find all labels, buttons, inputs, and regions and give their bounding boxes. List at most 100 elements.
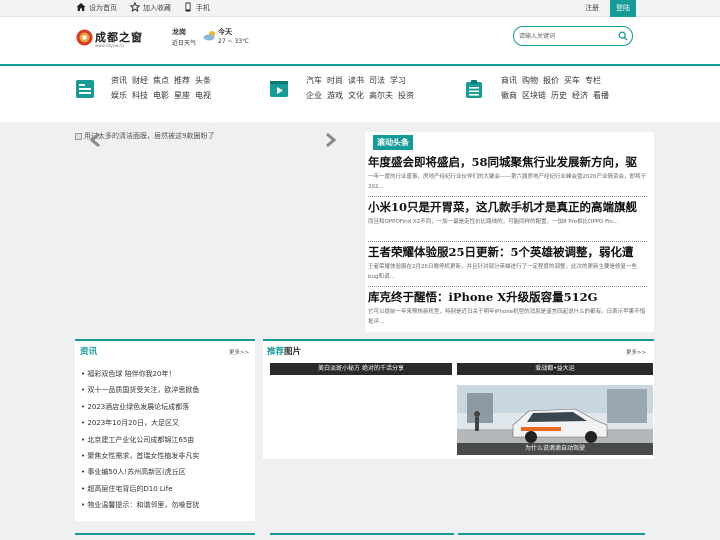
nav-link[interactable]: 推荐 bbox=[174, 75, 190, 86]
weather-label: 近日天气 bbox=[172, 40, 197, 47]
info-list: • 福彩双色球 陪伴你我20年！ • 双十一品质国货受关注，欧淬思掀鱼 • 20… bbox=[81, 366, 199, 514]
logo-url: www.cdycw.cn bbox=[95, 43, 124, 48]
info-panel: 资讯 更多>> • 福彩双色球 陪伴你我20年！ • 双十一品质国货受关注，欧淬… bbox=[75, 339, 255, 521]
nav-link[interactable]: 专栏 bbox=[585, 75, 601, 86]
list-item[interactable]: • 福彩双色球 陪伴你我20年！ bbox=[81, 366, 199, 382]
picture-card[interactable]: 美白淡斑小秘方 绝对的千活分享 bbox=[270, 362, 452, 376]
nav-link[interactable]: 财经 bbox=[132, 75, 148, 86]
weather-city: 龙岗 bbox=[172, 28, 186, 36]
site-logo[interactable]: 成都之窗 www.cdycw.cn bbox=[76, 26, 146, 54]
headline-title[interactable]: 小米10只是开胃菜，这几款手机才是真正的高端旗舰 bbox=[368, 200, 647, 215]
headline-summary: 一年一度的行业盛事，房地产经纪行业伙伴们的大聚会——第六届房地产经纪行业峰会暨2… bbox=[368, 174, 647, 190]
mobile-label: 手机 bbox=[196, 4, 210, 12]
slide-caption[interactable]: 用过太多的清洁面膜，居然被这9款圈粉了 bbox=[84, 131, 214, 141]
add-favorite-link[interactable]: 加入收藏 bbox=[130, 0, 171, 17]
mobile-link[interactable]: 手机 bbox=[183, 0, 210, 17]
nav-link[interactable]: 资讯 bbox=[111, 75, 127, 86]
nav-link[interactable]: 头条 bbox=[195, 75, 211, 86]
nav-link[interactable]: 文化 bbox=[348, 90, 364, 101]
document-list-icon bbox=[76, 80, 94, 98]
slider-dot[interactable] bbox=[213, 118, 218, 123]
nav-link[interactable]: 娱乐 bbox=[111, 90, 127, 101]
slider-dot[interactable] bbox=[205, 118, 210, 123]
set-homepage-label: 设为首页 bbox=[89, 4, 117, 12]
headline-title[interactable]: 库克终于醒悟：iPhone X升级版容量512G bbox=[368, 290, 647, 305]
nav-link[interactable]: 买车 bbox=[564, 75, 580, 86]
pictures-title-suffix: 图片 bbox=[284, 347, 302, 357]
star-icon bbox=[130, 2, 140, 12]
category-nav: 资讯 财经 焦点 推荐 头条 娱乐 科技 电影 星座 电视 汽车 时尚 读书 司… bbox=[0, 66, 720, 122]
slider-next-arrow-icon[interactable] bbox=[323, 133, 337, 147]
list-item-text: 双十一品质国货受关注，欧淬思掀鱼 bbox=[87, 386, 200, 395]
nav-link[interactable]: 企业 bbox=[306, 90, 322, 101]
rolling-headlines-tag: 滚动头条 bbox=[373, 135, 413, 150]
login-button[interactable]: 登陆 bbox=[610, 0, 636, 17]
headline-divider bbox=[368, 241, 647, 242]
picture-card[interactable]: 爱战都•益大运 bbox=[457, 362, 653, 376]
nav-link[interactable]: 科技 bbox=[132, 90, 148, 101]
list-item[interactable]: • 聚焦女性需求，首瑞女性植发非凡实 bbox=[81, 448, 199, 464]
picture-card[interactable]: 为什么说滴滴自动驾驶 bbox=[457, 385, 653, 455]
list-item-text: 2023酒店业绿色发展论坛成都落 bbox=[87, 402, 190, 411]
nav-link[interactable]: 历史 bbox=[551, 90, 567, 101]
nav-link[interactable]: 游戏 bbox=[327, 90, 343, 101]
pictures-more-link[interactable]: 更多>> bbox=[626, 348, 646, 356]
nav-link[interactable]: 司法 bbox=[369, 75, 385, 86]
nav-link[interactable]: 高尔夫 bbox=[369, 90, 393, 101]
nav-link[interactable]: 徽商 bbox=[501, 90, 517, 101]
list-item-text: 2023年10月20日，大足区又 bbox=[87, 419, 179, 428]
list-item[interactable]: • 双十一品质国货受关注，欧淬思掀鱼 bbox=[81, 382, 199, 398]
home-icon bbox=[76, 3, 86, 11]
headline-summary: 它可以提前一年来预热新机型，特别是近日关于明年iPhone机型的消息是谣言四起说… bbox=[368, 309, 646, 325]
search-box bbox=[513, 26, 633, 46]
list-item[interactable]: • 北京建工产业化公司成都锦江65亩 bbox=[81, 432, 199, 448]
clipboard-icon bbox=[466, 80, 482, 98]
list-item[interactable]: • 2023年10月20日，大足区又 bbox=[81, 415, 199, 431]
weather-day: 今天 bbox=[218, 28, 232, 36]
recommended-pictures-panel: 推荐图片 更多>> 美白淡斑小秘方 绝对的千活分享 爱战都•益大运 为什么说滴滴… bbox=[263, 339, 654, 459]
slider-prev-arrow-icon[interactable] bbox=[89, 133, 103, 147]
headline-title[interactable]: 王者荣耀体验服25日更新：5个英雄被调整，弱化遭 bbox=[368, 245, 647, 260]
register-link[interactable]: 注册 bbox=[585, 0, 599, 17]
set-homepage-link[interactable]: 设为首页 bbox=[76, 0, 117, 17]
pictures-panel-title: 推荐图片 bbox=[267, 345, 301, 357]
section-divider bbox=[270, 533, 454, 535]
list-item[interactable]: • 事业编50人!苏州高新区(虎丘区 bbox=[81, 464, 199, 480]
nav-link[interactable]: 购物 bbox=[522, 75, 538, 86]
nav-link[interactable]: 星座 bbox=[174, 90, 190, 101]
search-input[interactable] bbox=[519, 30, 614, 42]
headline-item: 年度盛会即将盛启，58同城聚焦行业发展新方向，驱 一年一度的行业盛事，房地产经纪… bbox=[368, 155, 647, 192]
picture-caption: 美白淡斑小秘方 绝对的千活分享 bbox=[270, 363, 452, 375]
list-item-text: 北京建工产业化公司成都锦江65亩 bbox=[87, 435, 195, 444]
nav-link[interactable]: 学习 bbox=[390, 75, 406, 86]
list-item[interactable]: • 超高层住宅背后的D10 Life bbox=[81, 481, 199, 497]
list-item[interactable]: • 2023酒店业绿色发展论坛成都落 bbox=[81, 399, 199, 415]
info-panel-title: 资讯 bbox=[80, 347, 98, 357]
nav-link[interactable]: 电视 bbox=[195, 90, 211, 101]
nav-link[interactable]: 区块链 bbox=[522, 90, 546, 101]
list-item[interactable]: • 物业温馨提示：和谐邻里，勿噪音扰 bbox=[81, 497, 199, 513]
nav-link[interactable]: 报价 bbox=[543, 75, 559, 86]
nav-link[interactable]: 看播 bbox=[593, 90, 609, 101]
slide-image-placeholder bbox=[75, 133, 82, 140]
headline-summary: 王者荣耀体验服在2月25日晚停机更新，并且针对部分英雄进行了一定程度的调整，此次… bbox=[368, 264, 638, 280]
nav-link[interactable]: 读书 bbox=[348, 75, 364, 86]
add-favorite-label: 加入收藏 bbox=[143, 4, 171, 12]
nav-link[interactable]: 电影 bbox=[153, 90, 169, 101]
list-item-text: 物业温馨提示：和谐邻里，勿噪音扰 bbox=[87, 501, 200, 510]
list-item-text: 聚焦女性需求，首瑞女性植发非凡实 bbox=[87, 451, 200, 460]
nav-link[interactable]: 时尚 bbox=[327, 75, 343, 86]
nav-link[interactable]: 汽车 bbox=[306, 75, 322, 86]
headline-title[interactable]: 年度盛会即将盛启，58同城聚焦行业发展新方向，驱 bbox=[368, 155, 647, 170]
site-header: 成都之窗 www.cdycw.cn 龙岗 近日天气 今天 27 ~ 33℃ bbox=[0, 17, 720, 64]
headline-item: 库克终于醒悟：iPhone X升级版容量512G 它可以提前一年来预热新机型，特… bbox=[368, 290, 647, 327]
info-more-link[interactable]: 更多>> bbox=[229, 348, 249, 356]
picture-caption: 为什么说滴滴自动驾驶 bbox=[457, 443, 653, 455]
video-play-icon bbox=[270, 81, 288, 97]
nav-link[interactable]: 投资 bbox=[398, 90, 414, 101]
nav-link[interactable]: 经济 bbox=[572, 90, 588, 101]
search-icon[interactable] bbox=[618, 31, 628, 41]
nav-link[interactable]: 焦点 bbox=[153, 75, 169, 86]
mobile-icon bbox=[185, 2, 191, 12]
nav-link[interactable]: 商讯 bbox=[501, 75, 517, 86]
